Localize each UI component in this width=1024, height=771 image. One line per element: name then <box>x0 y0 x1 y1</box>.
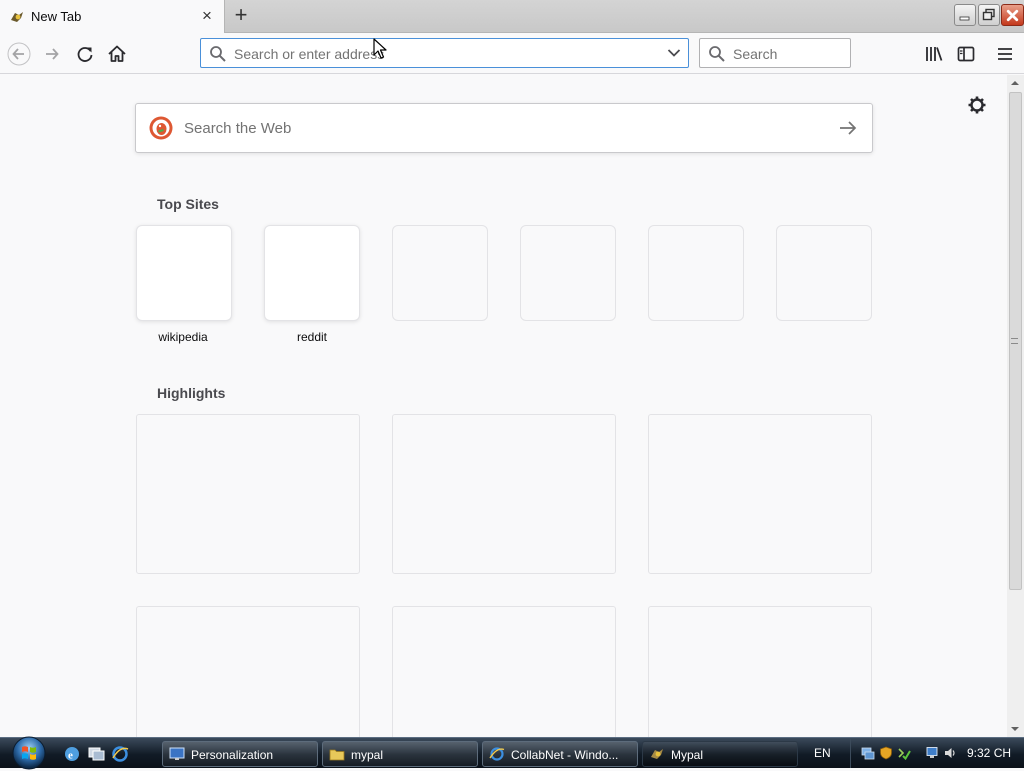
close-icon <box>1006 9 1019 22</box>
forward-button[interactable] <box>41 42 65 66</box>
search-input[interactable] <box>731 45 841 63</box>
library-button[interactable] <box>922 42 946 66</box>
taskbar-button-label: CollabNet - Windo... <box>511 748 619 762</box>
navigation-toolbar <box>0 34 1024 74</box>
top-site-placeholder <box>520 225 616 321</box>
top-site-label[interactable]: reddit <box>264 330 360 344</box>
close-window-button[interactable] <box>1001 4 1024 26</box>
search-bar[interactable] <box>699 38 851 68</box>
chevron-down-icon[interactable] <box>667 48 681 58</box>
personalization-icon <box>169 747 185 760</box>
system-tray: 9:32 CH <box>850 739 1024 768</box>
scrollbar-grip-icon <box>1011 338 1018 344</box>
menu-button[interactable] <box>993 42 1017 66</box>
gear-icon[interactable] <box>967 95 987 115</box>
ie-icon[interactable] <box>111 745 129 763</box>
forward-arrow-icon <box>46 48 59 60</box>
ie-quicklaunch-icon[interactable]: e <box>63 745 81 763</box>
new-tab-button[interactable]: + <box>229 4 253 28</box>
minimize-icon <box>959 16 970 21</box>
search-icon <box>210 46 226 62</box>
web-search-box[interactable] <box>135 103 873 153</box>
hamburger-menu-icon <box>998 48 1012 60</box>
close-tab-icon[interactable]: × <box>198 7 216 25</box>
input-language-indicator[interactable]: EN <box>814 746 831 760</box>
folder-icon <box>329 749 345 761</box>
mypal-icon <box>651 749 663 759</box>
restore-button[interactable] <box>978 4 1000 26</box>
search-icon <box>709 46 725 62</box>
taskbar-button-label: Mypal <box>671 748 704 762</box>
highlights-heading: Highlights <box>157 385 226 401</box>
back-arrow-icon <box>7 42 31 66</box>
top-site-placeholder <box>776 225 872 321</box>
top-site-placeholder <box>392 225 488 321</box>
tab-new-tab[interactable]: New Tab × <box>0 0 225 33</box>
taskbar-button-label: mypal <box>351 748 384 762</box>
highlight-card-placeholder <box>648 414 872 574</box>
scroll-up-icon[interactable] <box>1011 81 1019 85</box>
top-site-label[interactable]: wikipedia <box>135 330 231 344</box>
highlight-card-placeholder <box>392 414 616 574</box>
minimize-button[interactable] <box>954 4 976 26</box>
network-connection-icon[interactable] <box>925 746 939 760</box>
vertical-scrollbar[interactable] <box>1007 75 1024 737</box>
new-tab-page: Top Sites wikipedia reddit Highlights <box>0 75 1007 766</box>
reload-button[interactable] <box>73 42 97 66</box>
taskbar-clock[interactable]: 9:32 CH <box>967 746 1011 760</box>
taskbar-button-mypal-folder[interactable]: mypal <box>322 741 478 767</box>
mouse-cursor-icon <box>373 38 387 59</box>
taskbar-button-collabnet[interactable]: CollabNet - Windo... <box>482 741 638 767</box>
top-sites-heading: Top Sites <box>157 196 219 212</box>
top-site-tile-reddit[interactable] <box>264 225 360 321</box>
sidebar-button[interactable] <box>954 42 978 66</box>
security-shield-icon[interactable] <box>879 746 893 760</box>
tab-strip: New Tab × + <box>0 0 1024 33</box>
safely-remove-hardware-icon[interactable] <box>897 746 911 760</box>
taskbar-button-label: Personalization <box>191 748 274 762</box>
web-search-input[interactable] <box>182 118 822 138</box>
windows-start-icon[interactable] <box>11 735 47 771</box>
back-button[interactable] <box>7 42 31 66</box>
tab-title: New Tab <box>31 9 82 24</box>
taskbar-button-mypal-browser[interactable]: Mypal <box>642 741 798 767</box>
network-tray-icon[interactable] <box>861 746 875 760</box>
home-icon <box>108 45 126 62</box>
library-icon <box>926 47 943 61</box>
arrow-right-icon[interactable] <box>838 119 858 137</box>
mypal-favicon-icon <box>11 12 23 22</box>
restore-icon <box>982 8 995 21</box>
top-site-tile-wikipedia[interactable] <box>136 225 232 321</box>
sidebar-icon <box>957 46 975 62</box>
windows-taskbar: e Personalization mypal CollabNet - Wind… <box>0 735 1024 771</box>
home-button[interactable] <box>105 42 129 66</box>
highlight-card-placeholder <box>136 414 360 574</box>
taskbar-button-personalization[interactable]: Personalization <box>162 741 318 767</box>
top-site-placeholder <box>648 225 744 321</box>
address-bar[interactable] <box>200 38 689 68</box>
address-input[interactable] <box>232 45 652 63</box>
volume-speaker-icon[interactable] <box>943 746 957 760</box>
reload-icon <box>77 47 93 62</box>
ie-icon <box>489 747 505 761</box>
duckduckgo-icon <box>149 116 173 140</box>
scroll-down-icon[interactable] <box>1011 727 1019 731</box>
show-desktop-icon[interactable] <box>87 745 105 763</box>
svg-text:e: e <box>68 750 73 762</box>
